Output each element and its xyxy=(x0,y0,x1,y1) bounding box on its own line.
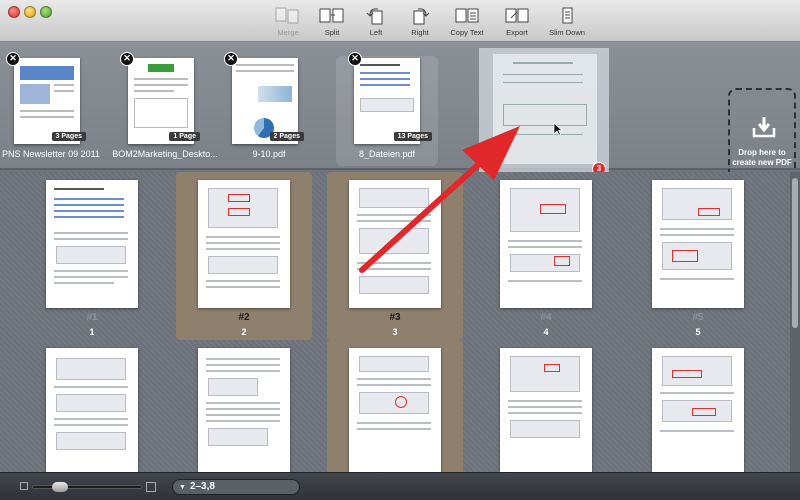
page-number: 5 xyxy=(695,327,701,337)
page-grid: #1 1 #2 2 #3 3 #4 4 #5 5 xyxy=(0,172,790,472)
remove-document-icon[interactable]: ✕ xyxy=(348,52,362,66)
merge-icon xyxy=(275,7,299,24)
page-label: #2 xyxy=(238,312,250,323)
bottom-bar: ▼ 2–3,8 xyxy=(0,472,800,500)
page-cell[interactable]: #4 4 xyxy=(478,172,614,340)
split-label: Split xyxy=(324,28,340,37)
page-number: 2 xyxy=(241,327,247,337)
page-cell-selected[interactable]: #3 3 xyxy=(327,172,463,340)
page-thumbnail xyxy=(652,180,744,308)
page-cell[interactable] xyxy=(24,340,160,472)
page-thumbnail xyxy=(198,180,290,308)
export-label: Export xyxy=(506,28,528,37)
page-count-badge: 3 Pages xyxy=(51,132,86,141)
page-selection-field[interactable]: ▼ 2–3,8 xyxy=(172,479,300,495)
disclosure-triangle-icon[interactable]: ▼ xyxy=(179,484,186,491)
page-label: #3 xyxy=(389,312,401,323)
slim-down-icon xyxy=(562,7,573,24)
minimize-window-button[interactable] xyxy=(24,6,36,18)
copy-text-button[interactable]: Copy Text xyxy=(442,6,492,40)
page-cell[interactable]: #1 1 xyxy=(24,172,160,340)
page-cell[interactable] xyxy=(630,340,766,472)
document-shelf: ✕ 3 Pages PNS Newsletter 09 2011 ✕ 1 Pag… xyxy=(0,42,800,204)
page-thumbnail xyxy=(349,180,441,308)
scrollbar-knob[interactable] xyxy=(792,178,798,328)
toolbar-buttons: Merge Split Left Right Copy Text Export … xyxy=(266,6,592,40)
document-name: BOM2Marketing_Deskto... xyxy=(112,149,218,159)
remove-document-icon[interactable]: ✕ xyxy=(224,52,238,66)
zoom-in-icon[interactable] xyxy=(146,482,156,492)
slim-down-button[interactable]: Slim Down xyxy=(542,6,592,40)
page-cell[interactable] xyxy=(176,340,312,472)
page-thumbnail xyxy=(500,180,592,308)
shelf-document[interactable]: ✕ 3 Pages PNS Newsletter 09 2011 xyxy=(2,52,100,166)
rotate-left-button[interactable]: Left xyxy=(354,6,398,40)
page-cell-selected[interactable]: #2 2 xyxy=(176,172,312,340)
dragged-page-thumbnail xyxy=(493,54,597,164)
zoom-window-button[interactable] xyxy=(40,6,52,18)
page-count-badge: 2 Pages xyxy=(269,132,304,141)
zoom-slider-handle[interactable] xyxy=(52,482,68,492)
dropzone-label: Drop here to create new PDF xyxy=(732,148,792,167)
zoom-slider[interactable] xyxy=(32,482,142,492)
copy-text-icon xyxy=(455,8,479,23)
page-cell-selected[interactable] xyxy=(327,340,463,472)
slim-down-label: Slim Down xyxy=(549,28,585,37)
shelf-document[interactable]: ✕ 1 Page BOM2Marketing_Deskto... xyxy=(112,52,218,166)
merge-label: Merge xyxy=(277,28,299,37)
rotate-right-label: Right xyxy=(411,28,429,37)
page-cell[interactable]: #5 5 xyxy=(630,172,766,340)
vertical-scrollbar[interactable] xyxy=(790,172,800,472)
dragged-pages-preview xyxy=(479,48,609,176)
page-thumbnail xyxy=(46,348,138,472)
export-button[interactable]: Export xyxy=(492,6,542,40)
shelf-document[interactable]: ✕ 2 Pages 9-10.pdf xyxy=(222,52,318,166)
mouse-cursor-icon xyxy=(553,122,563,136)
page-thumbnail xyxy=(652,348,744,472)
shelf-document-selected[interactable]: ✕ 13 Pages 8_Dateien.pdf xyxy=(336,52,438,166)
remove-document-icon[interactable]: ✕ xyxy=(6,52,20,66)
remove-document-icon[interactable]: ✕ xyxy=(120,52,134,66)
document-name: PNS Newsletter 09 2011 xyxy=(2,149,100,159)
rotate-right-button[interactable]: Right xyxy=(398,6,442,40)
zoom-out-icon[interactable] xyxy=(20,482,28,490)
document-name: 9-10.pdf xyxy=(252,149,286,159)
rotate-right-icon xyxy=(413,8,430,25)
copy-text-label: Copy Text xyxy=(450,28,484,37)
close-window-button[interactable] xyxy=(8,6,20,18)
page-thumbnail xyxy=(500,348,592,472)
export-icon xyxy=(505,8,529,23)
page-number: 1 xyxy=(89,327,95,337)
page-number: 3 xyxy=(392,327,398,337)
page-label: #5 xyxy=(692,312,704,323)
page-thumbnail xyxy=(46,180,138,308)
merge-button[interactable]: Merge xyxy=(266,6,310,40)
page-label: #4 xyxy=(540,312,552,323)
page-count-badge: 1 Page xyxy=(169,132,200,141)
rotate-left-icon xyxy=(366,8,383,25)
page-thumbnail xyxy=(349,348,441,472)
page-count-badge: 13 Pages xyxy=(393,132,432,141)
split-icon xyxy=(319,8,344,23)
window-toolbar: Merge Split Left Right Copy Text Export … xyxy=(0,0,800,42)
page-cell[interactable] xyxy=(478,340,614,472)
page-label: #1 xyxy=(86,312,98,323)
page-number: 4 xyxy=(543,327,549,337)
page-thumbnail xyxy=(198,348,290,472)
selection-range: 2–3,8 xyxy=(189,481,215,492)
document-name: 8_Dateien.pdf xyxy=(358,149,416,159)
download-tray-icon xyxy=(752,117,776,138)
rotate-left-label: Left xyxy=(369,28,383,37)
split-button[interactable]: Split xyxy=(310,6,354,40)
